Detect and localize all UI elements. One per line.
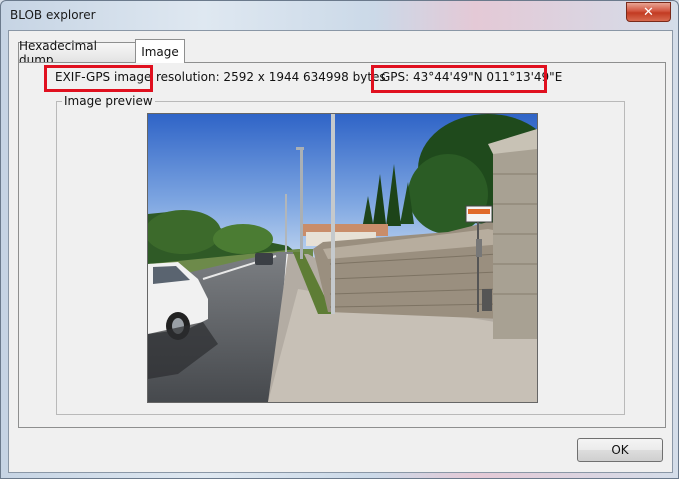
close-button[interactable]: ✕ [626,2,671,22]
street-photo [148,114,537,402]
ok-button[interactable]: OK [577,438,663,462]
image-preview-label: Image preview [62,94,155,108]
title-bar[interactable]: BLOB explorer ✕ [1,1,678,30]
tab-label: Image [141,44,179,59]
window-title: BLOB explorer [10,8,96,22]
close-icon: ✕ [643,4,654,20]
dialog-client-area: Hexadecimal dump Image EXIF-GPS image re… [8,30,673,473]
image-type-highlight [44,65,153,92]
tab-hexadecimal-dump[interactable]: Hexadecimal dump [18,39,136,67]
app-window: BLOB explorer ✕ Hexadecimal dump Image E… [0,0,679,479]
gps-highlight [371,65,547,93]
image-preview [147,113,538,403]
ok-button-label: OK [611,443,629,457]
tab-image[interactable]: Image [135,39,185,63]
resolution-label: resolution: 2592 x 1944 [156,70,300,84]
